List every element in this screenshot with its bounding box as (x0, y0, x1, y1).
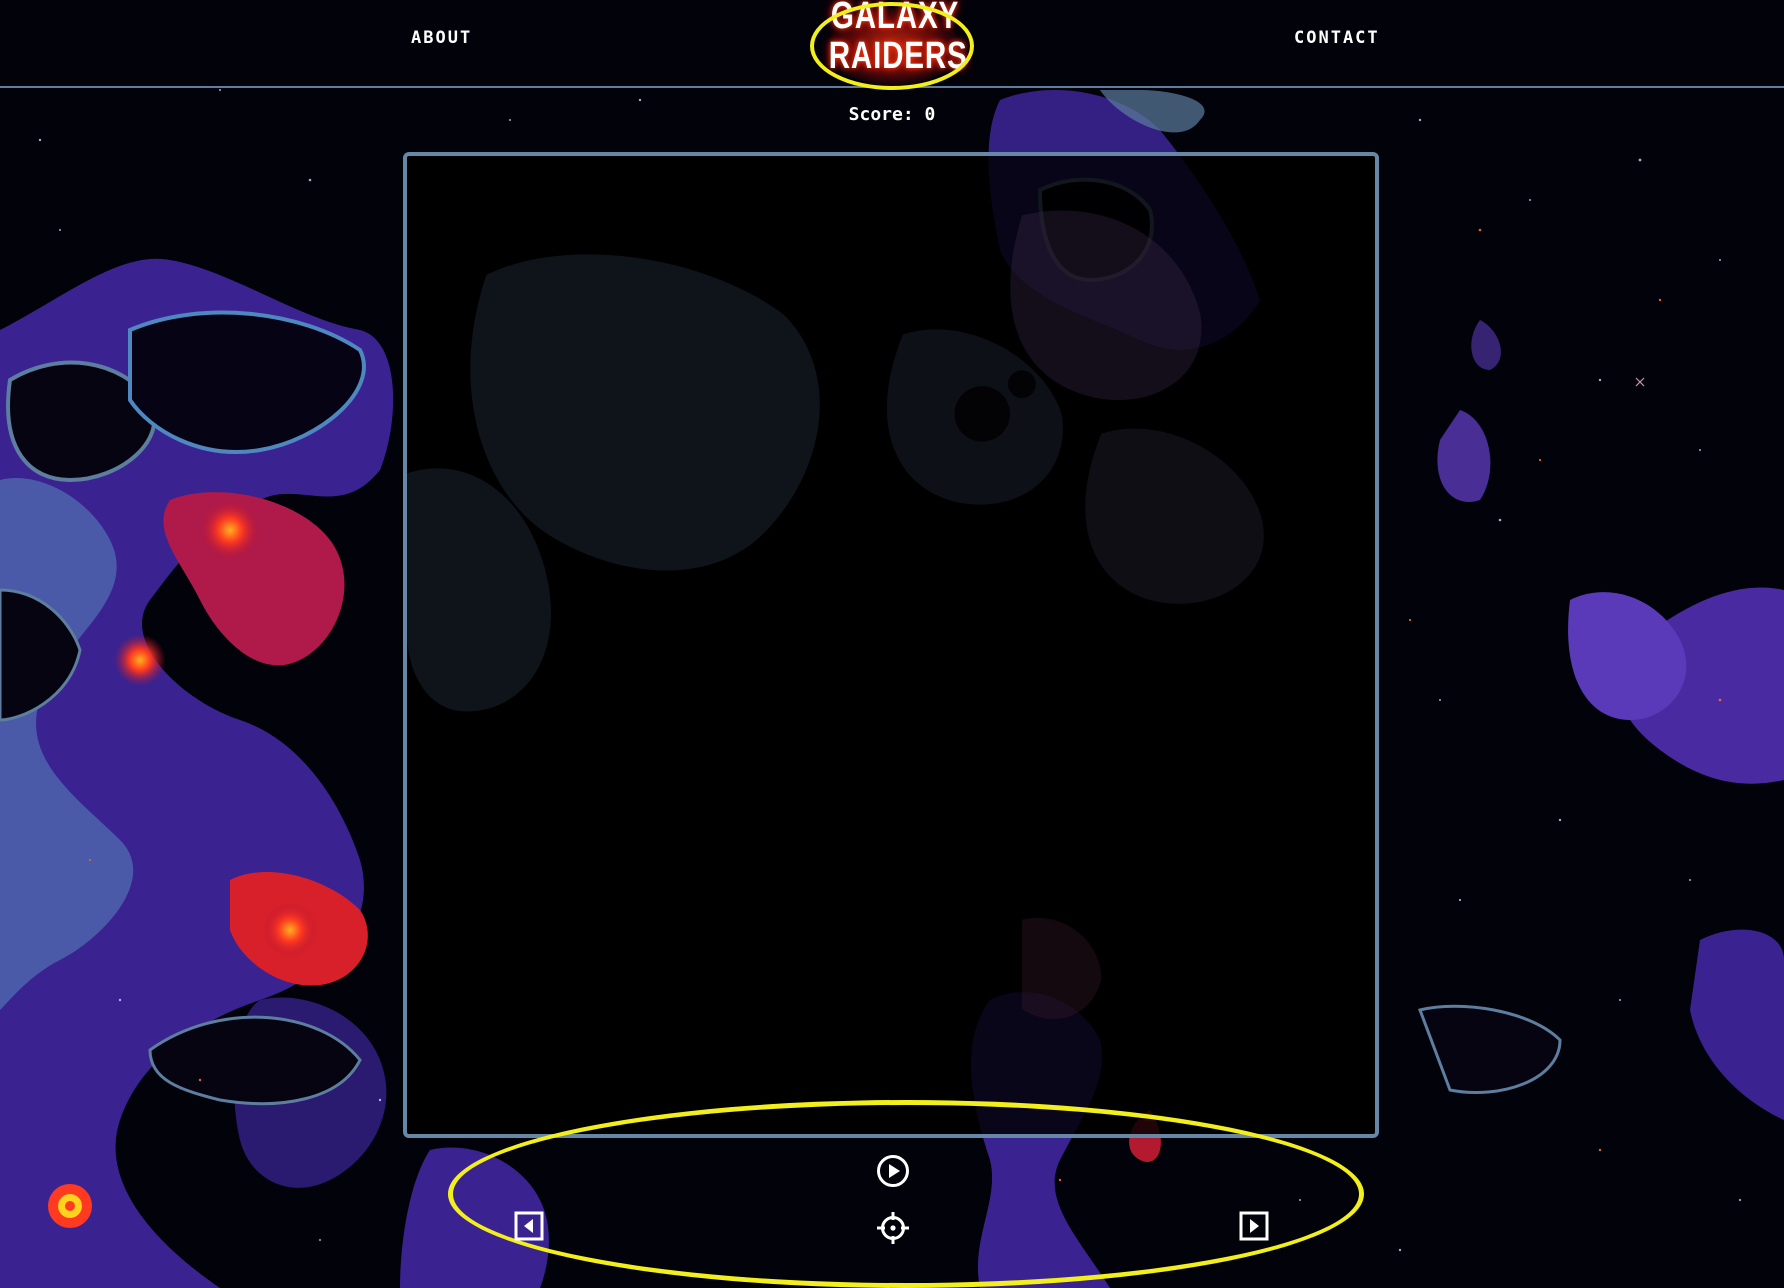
crosshair-icon (877, 1212, 909, 1244)
logo-highlight-ring (810, 2, 974, 90)
game-board-backdrop (407, 156, 1375, 1134)
arrow-right-square-icon (1239, 1211, 1269, 1241)
nav-contact-link[interactable]: CONTACT (1294, 28, 1380, 48)
game-page: ABOUT CONTACT GALAXY RAIDERS Score: 0 (0, 0, 1784, 1288)
move-right-button[interactable] (1237, 1209, 1271, 1243)
nav-about-link[interactable]: ABOUT (411, 28, 472, 48)
play-button[interactable] (875, 1153, 911, 1189)
score-display: Score: 0 (848, 104, 936, 125)
galaxy-raiders-logo[interactable]: GALAXY RAIDERS (810, 0, 980, 90)
play-circle-icon (877, 1155, 909, 1187)
fire-button[interactable] (874, 1209, 912, 1247)
arrow-left-square-icon (514, 1211, 544, 1241)
move-left-button[interactable] (512, 1209, 546, 1243)
game-board[interactable] (403, 152, 1379, 1138)
